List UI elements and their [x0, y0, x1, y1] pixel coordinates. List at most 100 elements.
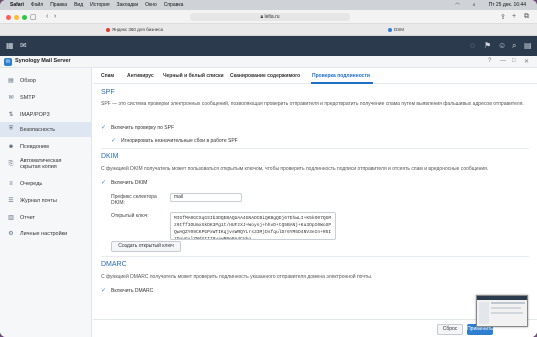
create-public-key-button[interactable]: Создать открытый ключ — [111, 241, 181, 252]
section-divider — [101, 256, 529, 257]
sidebar-item-label: SMTP — [20, 94, 36, 101]
browser-toolbar: ▢ ‹ › 🔒︎ lelta.ru ⇪ + ⧉ — [0, 10, 537, 24]
search-icon[interactable]: ⌕ — [512, 41, 516, 51]
chat-icon[interactable]: ◌ — [470, 41, 475, 50]
sidebar-item-smtp[interactable]: ✉ SMTP — [0, 90, 92, 105]
sidebar-item-personal-settings[interactable]: ⚙ Личные настройки — [0, 226, 92, 241]
share-icon[interactable]: ⇪ — [500, 13, 506, 21]
sidebar-item-label: Очередь — [20, 180, 43, 187]
address-bar[interactable]: 🔒︎ lelta.ru — [190, 13, 350, 21]
tab-spam[interactable]: Спам — [101, 73, 114, 79]
browser-tabbar: Яндекс 360 для бизнеса DSM — [0, 24, 537, 36]
sidebar-item-overview[interactable]: ▤ Обзор — [0, 73, 92, 88]
alias-icon: ☻ — [7, 143, 15, 150]
spf-enable-label: Включить проверку по SPF — [111, 124, 175, 131]
section-divider — [101, 148, 529, 149]
minimize-window-button[interactable] — [14, 15, 19, 20]
dkim-enable-checkbox[interactable]: ✓ Включить DKIM — [101, 179, 148, 187]
sidebar-item-imap[interactable]: ⇅ IMAP/POP3 — [0, 107, 92, 122]
log-icon: ☰ — [8, 198, 14, 204]
tab-authentication[interactable]: Проверка подлинности — [312, 73, 370, 79]
dmarc-enable-label: Включить DMARC — [111, 287, 154, 294]
maximize-icon[interactable]: □ — [512, 58, 516, 64]
browser-tab-label: DSM — [394, 27, 404, 32]
dmarc-description: С функцией DMARC получатель может провер… — [101, 274, 373, 280]
sidebar-item-report[interactable]: ▥ Отчет — [0, 210, 92, 225]
tabs-overview-icon[interactable]: ⧉ — [524, 13, 529, 21]
widgets-icon[interactable]: ▤ — [524, 41, 532, 50]
screenshot-thumbnail[interactable] — [476, 295, 528, 327]
user-icon[interactable]: ☺ — [498, 41, 506, 50]
spf-title: SPF — [101, 89, 115, 96]
sidebar-item-label: Отчет — [20, 214, 36, 221]
sidebar-item-label: Журнал почты — [20, 197, 57, 204]
minimize-icon[interactable]: — — [500, 58, 506, 64]
url-text: lelta.ru — [264, 14, 280, 20]
zoom-window-button[interactable] — [22, 15, 27, 20]
browser-tab-yandex[interactable]: Яндекс 360 для бизнеса — [106, 27, 163, 32]
wifi-icon[interactable]: ◠ — [455, 2, 459, 8]
new-tab-icon[interactable]: + — [512, 13, 516, 20]
mail-server-taskbar-icon[interactable]: ✉ — [20, 41, 27, 50]
menu-app-name[interactable]: Safari — [10, 2, 24, 8]
app-title: Synology Mail Server — [15, 58, 71, 64]
notification-icon[interactable]: ⚑ — [484, 41, 491, 50]
forward-icon[interactable]: › — [54, 13, 56, 20]
help-icon[interactable]: ? — [488, 58, 491, 64]
footer-bar: Сброс Применить — [93, 319, 537, 337]
sidebar-item-security[interactable]: ⛨ Безопасность — [0, 122, 92, 137]
shield-icon: ⛨ — [8, 126, 14, 132]
dkim-description: С функцией DKIM получатель может пользов… — [101, 166, 489, 172]
back-icon[interactable]: ‹ — [46, 13, 48, 20]
sidebar-item-label: Личные настройки — [20, 230, 68, 237]
spf-ignore-label: Игнорировать незначительные сбои в работ… — [121, 137, 238, 144]
dkim-selector-label: Префикс селектора DKIM: — [111, 194, 157, 206]
window-controls — [6, 15, 27, 20]
dkim-pubkey-textarea[interactable]: MIGfMA0GCSqGSIb3DQEBAQUAA4GNADCBiQKBgQDj… — [170, 212, 336, 240]
close-window-button[interactable] — [6, 15, 11, 20]
menu-edit[interactable]: Правка — [50, 2, 67, 8]
reset-button[interactable]: Сброс — [437, 324, 463, 335]
tab-content-scan[interactable]: Сканирование содержимого — [230, 73, 300, 79]
menu-help[interactable]: Справка — [164, 2, 184, 8]
menu-bookmarks[interactable]: Закладки — [117, 2, 139, 8]
smtp-icon: ✉ — [8, 95, 14, 101]
dkim-pubkey-label: Открытый ключ: — [111, 213, 149, 219]
search-icon[interactable]: ⌕ — [473, 2, 476, 8]
overview-icon: ▤ — [8, 78, 14, 84]
dkim-title: DKIM — [101, 153, 119, 160]
close-icon[interactable]: ✕ — [524, 58, 529, 65]
sidebar-item-queue[interactable]: ≡ Очередь — [0, 176, 92, 191]
menu-view[interactable]: Вид — [74, 2, 83, 8]
main-content: Спам Антивирус Черный и белый списки Ска… — [93, 68, 537, 337]
sidebar-item-label: Безопасность — [20, 126, 56, 133]
browser-tab-dsm[interactable]: DSM — [388, 27, 404, 32]
tab-black-white-lists[interactable]: Черный и белый списки — [163, 73, 224, 79]
active-tab-indicator — [311, 82, 373, 84]
menu-history[interactable]: История — [90, 2, 109, 8]
sidebar-item-label: Псевдоним — [20, 143, 49, 150]
mac-menubar: Safari Файл Правка Вид История Закладки … — [0, 0, 537, 10]
spf-ignore-checkbox[interactable]: ✓ Игнорировать незначительные сбои в раб… — [111, 137, 238, 145]
checkmark-icon: ✓ — [101, 288, 107, 294]
menu-window[interactable]: Окно — [145, 2, 157, 8]
dmarc-enable-checkbox[interactable]: ✓ Включить DMARC — [101, 287, 154, 295]
sidebar-item-mail-log[interactable]: ☰ Журнал почты — [0, 193, 92, 208]
dkim-enable-label: Включить DKIM — [111, 179, 148, 186]
sidebar-item-alias[interactable]: ☻ Псевдоним — [0, 139, 92, 154]
main-menu-icon[interactable]: ▦ — [6, 41, 14, 50]
spf-enable-checkbox[interactable]: ✓ Включить проверку по SPF — [101, 124, 175, 132]
browser-tab-label: Яндекс 360 для бизнеса — [112, 27, 163, 32]
dkim-selector-input[interactable]: mail — [170, 193, 242, 202]
sidebar: ▤ Обзор ✉ SMTP ⇅ IMAP/POP3 ⛨ Безопасност… — [0, 68, 92, 337]
menu-file[interactable]: Файл — [31, 2, 43, 8]
sidebar-item-label: Обзор — [20, 77, 36, 84]
clock[interactable]: Пт 25 дек. 16:44 — [489, 2, 526, 8]
sidebar-toggle-icon[interactable]: ▢ — [30, 13, 37, 21]
dsm-taskbar: ▦ ✉ ◌ ⚑ ☺ ⌕ ▤ — [0, 36, 537, 56]
dmarc-title: DMARC — [101, 261, 127, 268]
tab-antivirus[interactable]: Антивирус — [127, 73, 154, 79]
sidebar-item-label: Автоматическая скрытая копия — [20, 158, 62, 170]
gear-icon: ⚙ — [8, 231, 14, 237]
sidebar-item-auto-bcc[interactable]: ⎘ Автоматическая скрытая копия — [0, 155, 92, 173]
